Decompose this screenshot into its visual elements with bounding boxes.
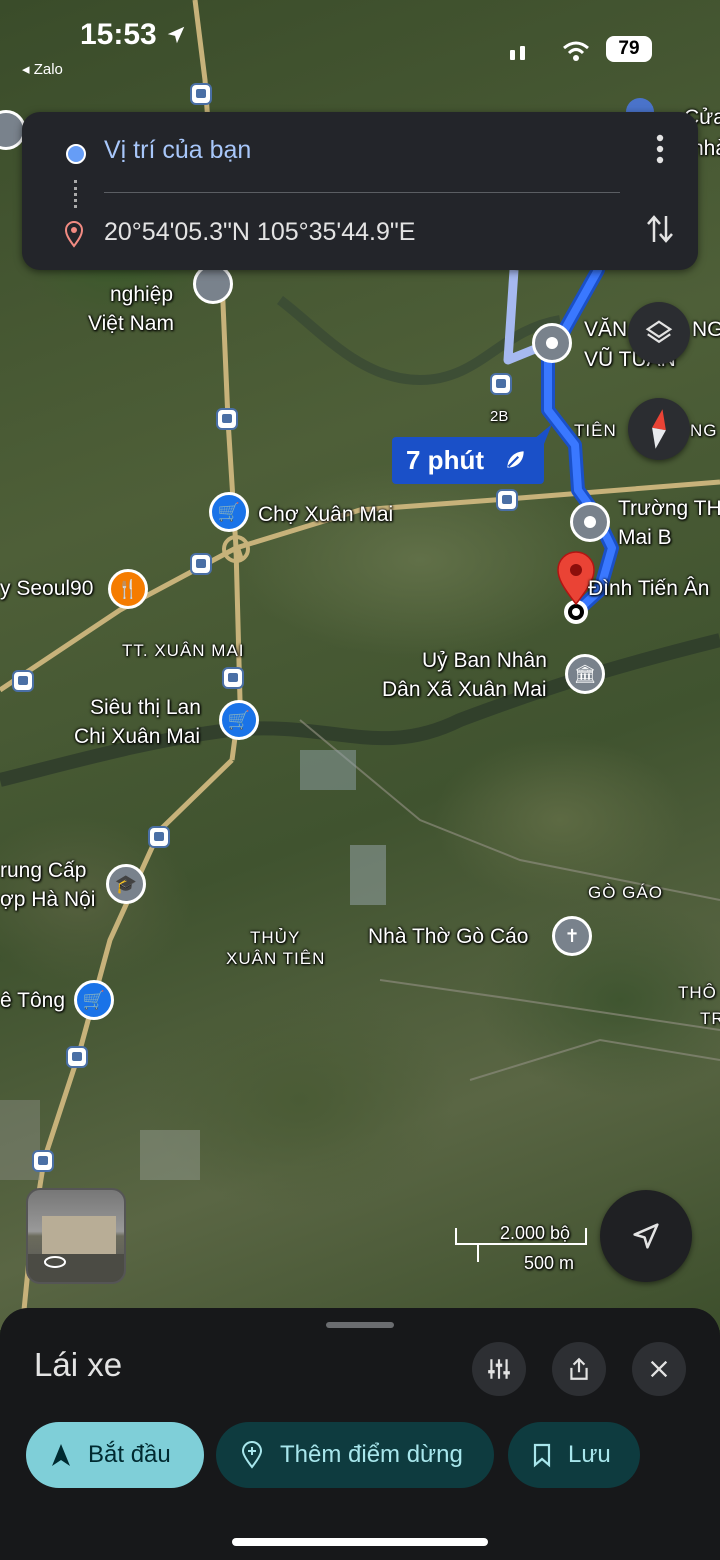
close-icon [650,1360,668,1378]
waypoint-pin[interactable] [532,323,572,363]
map-label: XUÂN TIÊN [226,949,326,968]
status-time: 15:53 [80,18,187,52]
map-label: Đình Tiến Ân [588,577,710,600]
bottom-sheet: Lái xe Bắt đầu Thêm điểm dừng Lưu [0,1308,720,1560]
layers-button[interactable] [628,302,690,364]
eta-pointer [528,424,552,444]
destination-field[interactable]: 20°54'05.3"N 105°35'44.9"E [104,218,415,247]
map-label: Uỷ Ban Nhân [422,649,547,672]
map-label: THÔ [678,983,717,1002]
route-card: Vị trí của bạn 20°54'05.3"N 105°35'44.9"… [22,112,698,270]
street-view-thumbnail[interactable] [26,1188,126,1284]
map-label: nghiệp [110,283,174,306]
pin-dot-icon [584,516,596,528]
bus-stop-icon[interactable] [148,826,170,848]
home-indicator[interactable] [232,1538,488,1546]
map-label: TT. XUÂN MAI [122,641,245,660]
divider [104,192,620,193]
route-options-button[interactable] [472,1342,526,1396]
rotate-360-icon [44,1256,66,1268]
shopping-cart-icon[interactable]: 🛒 [209,492,249,532]
close-button[interactable] [632,1342,686,1396]
travel-mode-title: Lái xe [34,1346,123,1383]
swap-direction-button[interactable] [644,212,676,252]
map-label: rung Cấp [0,859,87,882]
add-stop-label: Thêm điểm dừng [280,1441,463,1468]
map-label: Trường TH [618,497,720,520]
start-label: Bắt đầu [88,1441,171,1468]
government-building-icon[interactable]: 🏛 [565,654,605,694]
eta-callout[interactable]: 7 phút [392,437,544,484]
compass-icon [652,409,666,449]
bookmark-icon [533,1443,551,1468]
navigation-arrow-icon [633,1223,659,1249]
map-label: Chi Xuân Mai [74,725,201,748]
route-dots [74,180,80,208]
bus-stop-icon[interactable] [496,489,518,511]
map-label: NG [690,421,718,440]
wifi-icon [563,41,589,61]
map-label: NG [692,318,720,341]
eco-leaf-icon [507,451,524,468]
pin-dot-icon [546,337,558,349]
share-icon [570,1357,588,1380]
map-label: TR [700,1009,720,1028]
eta-text: 7 phút [406,445,484,475]
my-location-button[interactable] [600,1190,692,1282]
bus-stop-icon[interactable] [490,373,512,395]
bus-stop-icon[interactable] [66,1046,88,1068]
bus-stop-icon[interactable] [216,408,238,430]
school-pin[interactable] [570,502,610,542]
share-button[interactable] [552,1342,606,1396]
map-label: ợp Hà Nội [0,888,96,911]
road-label: 2B [490,408,509,425]
map-label: Nhà Thờ Gò Cáo [368,925,529,948]
add-location-icon [241,1441,263,1469]
swap-vertical-icon [647,215,673,243]
origin-field[interactable]: Vị trí của bạn [104,136,251,165]
layers-icon [645,320,673,344]
battery-indicator: 79 [606,36,652,62]
add-stop-button[interactable]: Thêm điểm dừng [216,1422,494,1488]
restaurant-icon[interactable]: 🍴 [108,569,148,609]
navigation-icon [52,1444,70,1466]
map-label: TIÊN [574,421,617,440]
map-label: Siêu thị Lan [90,696,201,719]
school-cap-icon[interactable]: 🎓 [106,864,146,904]
sheet-drag-handle[interactable] [326,1322,394,1328]
shopping-cart-icon[interactable]: 🛒 [219,700,259,740]
school-cap-icon[interactable] [193,264,233,304]
shopping-cart-icon[interactable]: 🛒 [74,980,114,1020]
compass-button[interactable] [628,398,690,460]
bus-stop-icon[interactable] [12,670,34,692]
tune-icon [488,1359,510,1379]
scale-bar [455,1228,587,1262]
status-bar: 15:53 ◂ Zalo 79 [0,0,720,90]
map-label: VĂN [584,318,628,341]
church-cross-icon[interactable]: ✝ [552,916,592,956]
map-label: ê Tông [0,989,65,1012]
origin-dot-icon [66,144,86,164]
map-label: Dân Xã Xuân Mai [382,678,547,701]
destination-pin-icon [64,221,84,248]
save-button[interactable]: Lưu [508,1422,640,1488]
start-button[interactable]: Bắt đầu [26,1422,204,1488]
bus-stop-icon[interactable] [32,1150,54,1172]
signal-icon [510,46,525,60]
location-arrow-icon [167,26,185,44]
map-label: Việt Nam [88,312,174,335]
map-label: Mai B [618,526,672,549]
map-label: Chợ Xuân Mai [258,503,394,526]
more-vert-icon [656,134,664,164]
more-options-button[interactable] [646,134,674,174]
map-label: y Seoul90 [0,577,94,600]
back-to-app-link[interactable]: ◂ Zalo [22,60,63,78]
save-label: Lưu [568,1441,611,1468]
bus-stop-icon[interactable] [190,553,212,575]
bus-stop-icon[interactable] [222,667,244,689]
map-label: GÒ GÁO [588,883,663,902]
